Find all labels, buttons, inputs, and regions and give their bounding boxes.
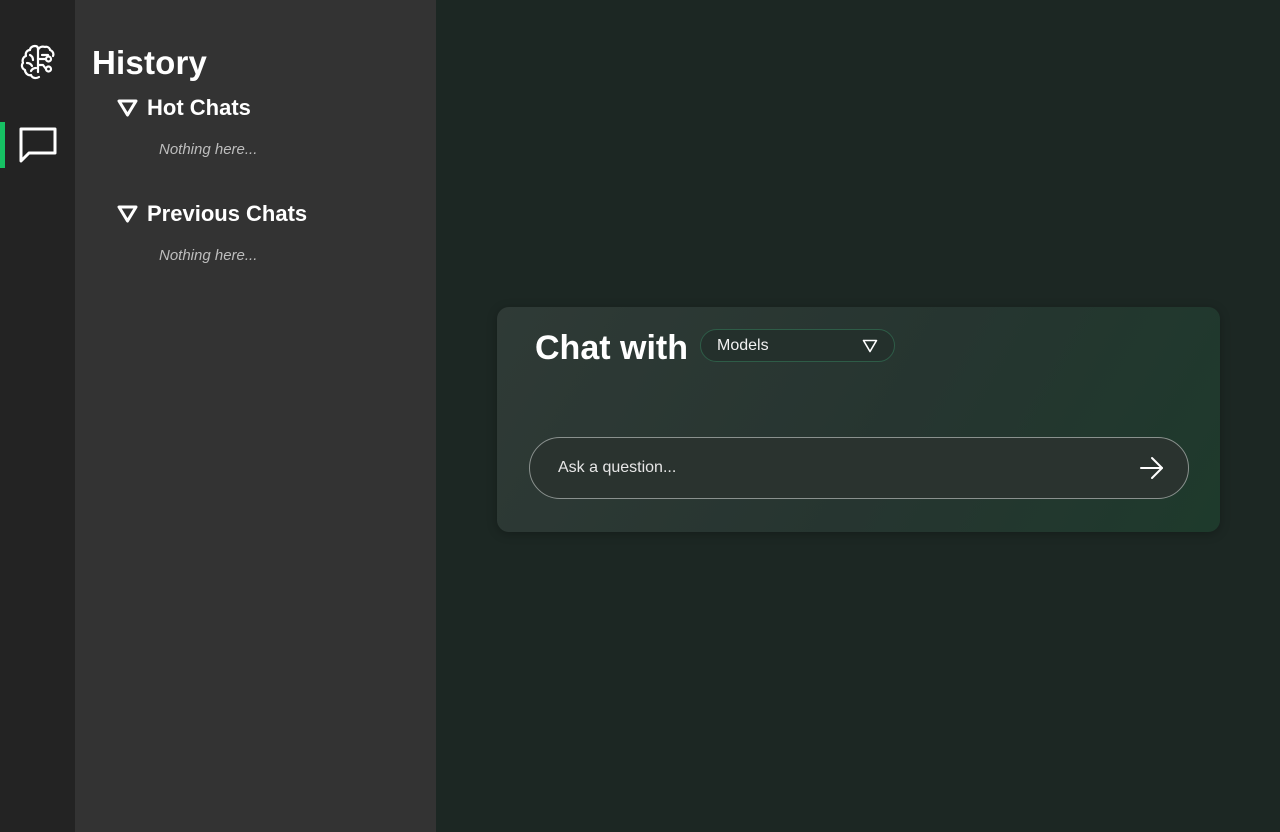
hot-chats-toggle[interactable]: Hot Chats [117,94,417,122]
chat-title: Chat with [535,329,688,367]
brain-nav-button[interactable] [0,38,75,84]
previous-chats-section: Previous Chats Nothing here... [117,200,417,264]
model-select[interactable]: Models [700,329,895,362]
hot-chats-section: Hot Chats Nothing here... [117,94,417,158]
active-indicator [0,122,5,168]
triangle-down-icon [117,99,138,117]
send-button[interactable] [1138,454,1166,482]
empty-state-text: Nothing here... [159,141,258,158]
triangle-down-icon [862,339,878,352]
section-label: Previous Chats [147,201,308,226]
triangle-down-icon [117,205,138,223]
empty-state-text: Nothing here... [159,247,258,264]
arrow-right-icon [1140,457,1163,479]
question-input[interactable] [558,459,1138,477]
brain-icon [20,44,54,80]
chat-card: Chat with Models [497,307,1220,532]
chat-nav-button[interactable] [0,122,75,168]
previous-chats-toggle[interactable]: Previous Chats [117,200,417,228]
model-select-value: Models [717,336,769,354]
app-window: History Hot Chats Nothing here... Previo… [0,0,1280,832]
chat-bubble-icon [19,127,56,163]
section-label: Hot Chats [147,95,251,120]
history-title: History [92,44,208,81]
icon-rail [0,0,75,832]
history-sidebar: History Hot Chats Nothing here... Previo… [75,0,436,832]
question-box [529,437,1189,499]
